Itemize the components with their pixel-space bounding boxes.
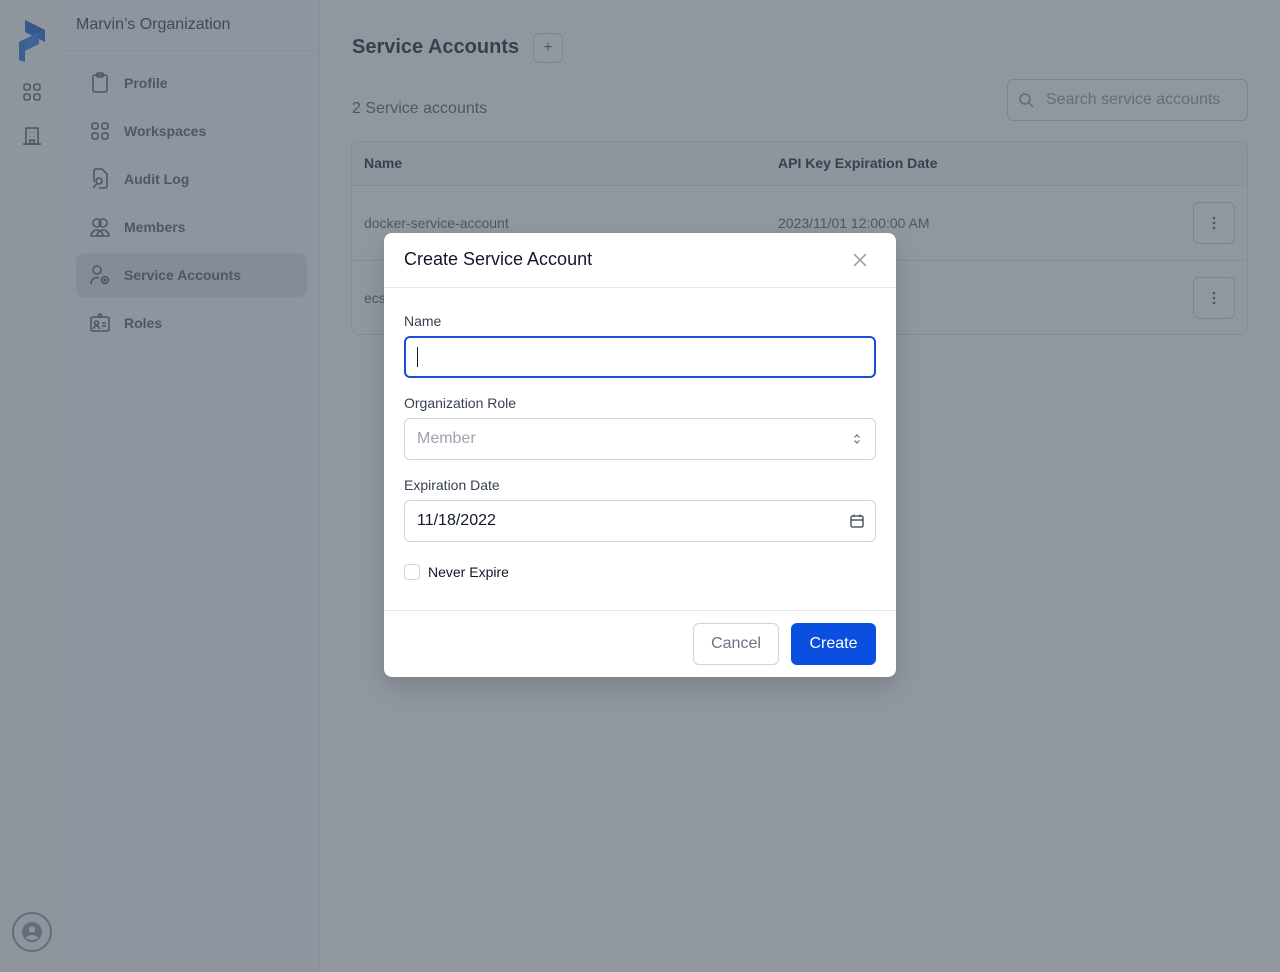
never-expire-checkbox[interactable] — [404, 564, 420, 580]
name-field[interactable] — [404, 336, 876, 378]
close-icon[interactable] — [850, 250, 870, 270]
expiration-date-label: Expiration Date — [404, 477, 500, 493]
never-expire-row[interactable]: Never Expire — [404, 564, 509, 580]
never-expire-label[interactable]: Never Expire — [428, 564, 509, 580]
expiration-date-input[interactable]: 11/18/2022 — [404, 500, 876, 542]
role-selected-value: Member — [417, 430, 476, 447]
name-input[interactable] — [418, 348, 874, 366]
dialog-title: Create Service Account — [404, 249, 593, 269]
cancel-button[interactable]: Cancel — [693, 623, 779, 665]
chevron-up-down-icon — [854, 434, 860, 444]
create-service-account-dialog: Create Service Account Name Organization… — [384, 233, 896, 677]
dialog-header: Create Service Account — [384, 233, 896, 288]
dialog-footer: Cancel Create — [384, 610, 896, 677]
organization-role-select[interactable]: Member — [404, 418, 876, 460]
organization-role-label: Organization Role — [404, 395, 517, 411]
expiration-date-value: 11/18/2022 — [417, 512, 496, 529]
name-label: Name — [404, 313, 442, 329]
calendar-icon[interactable] — [849, 513, 865, 529]
create-button[interactable]: Create — [791, 623, 876, 665]
